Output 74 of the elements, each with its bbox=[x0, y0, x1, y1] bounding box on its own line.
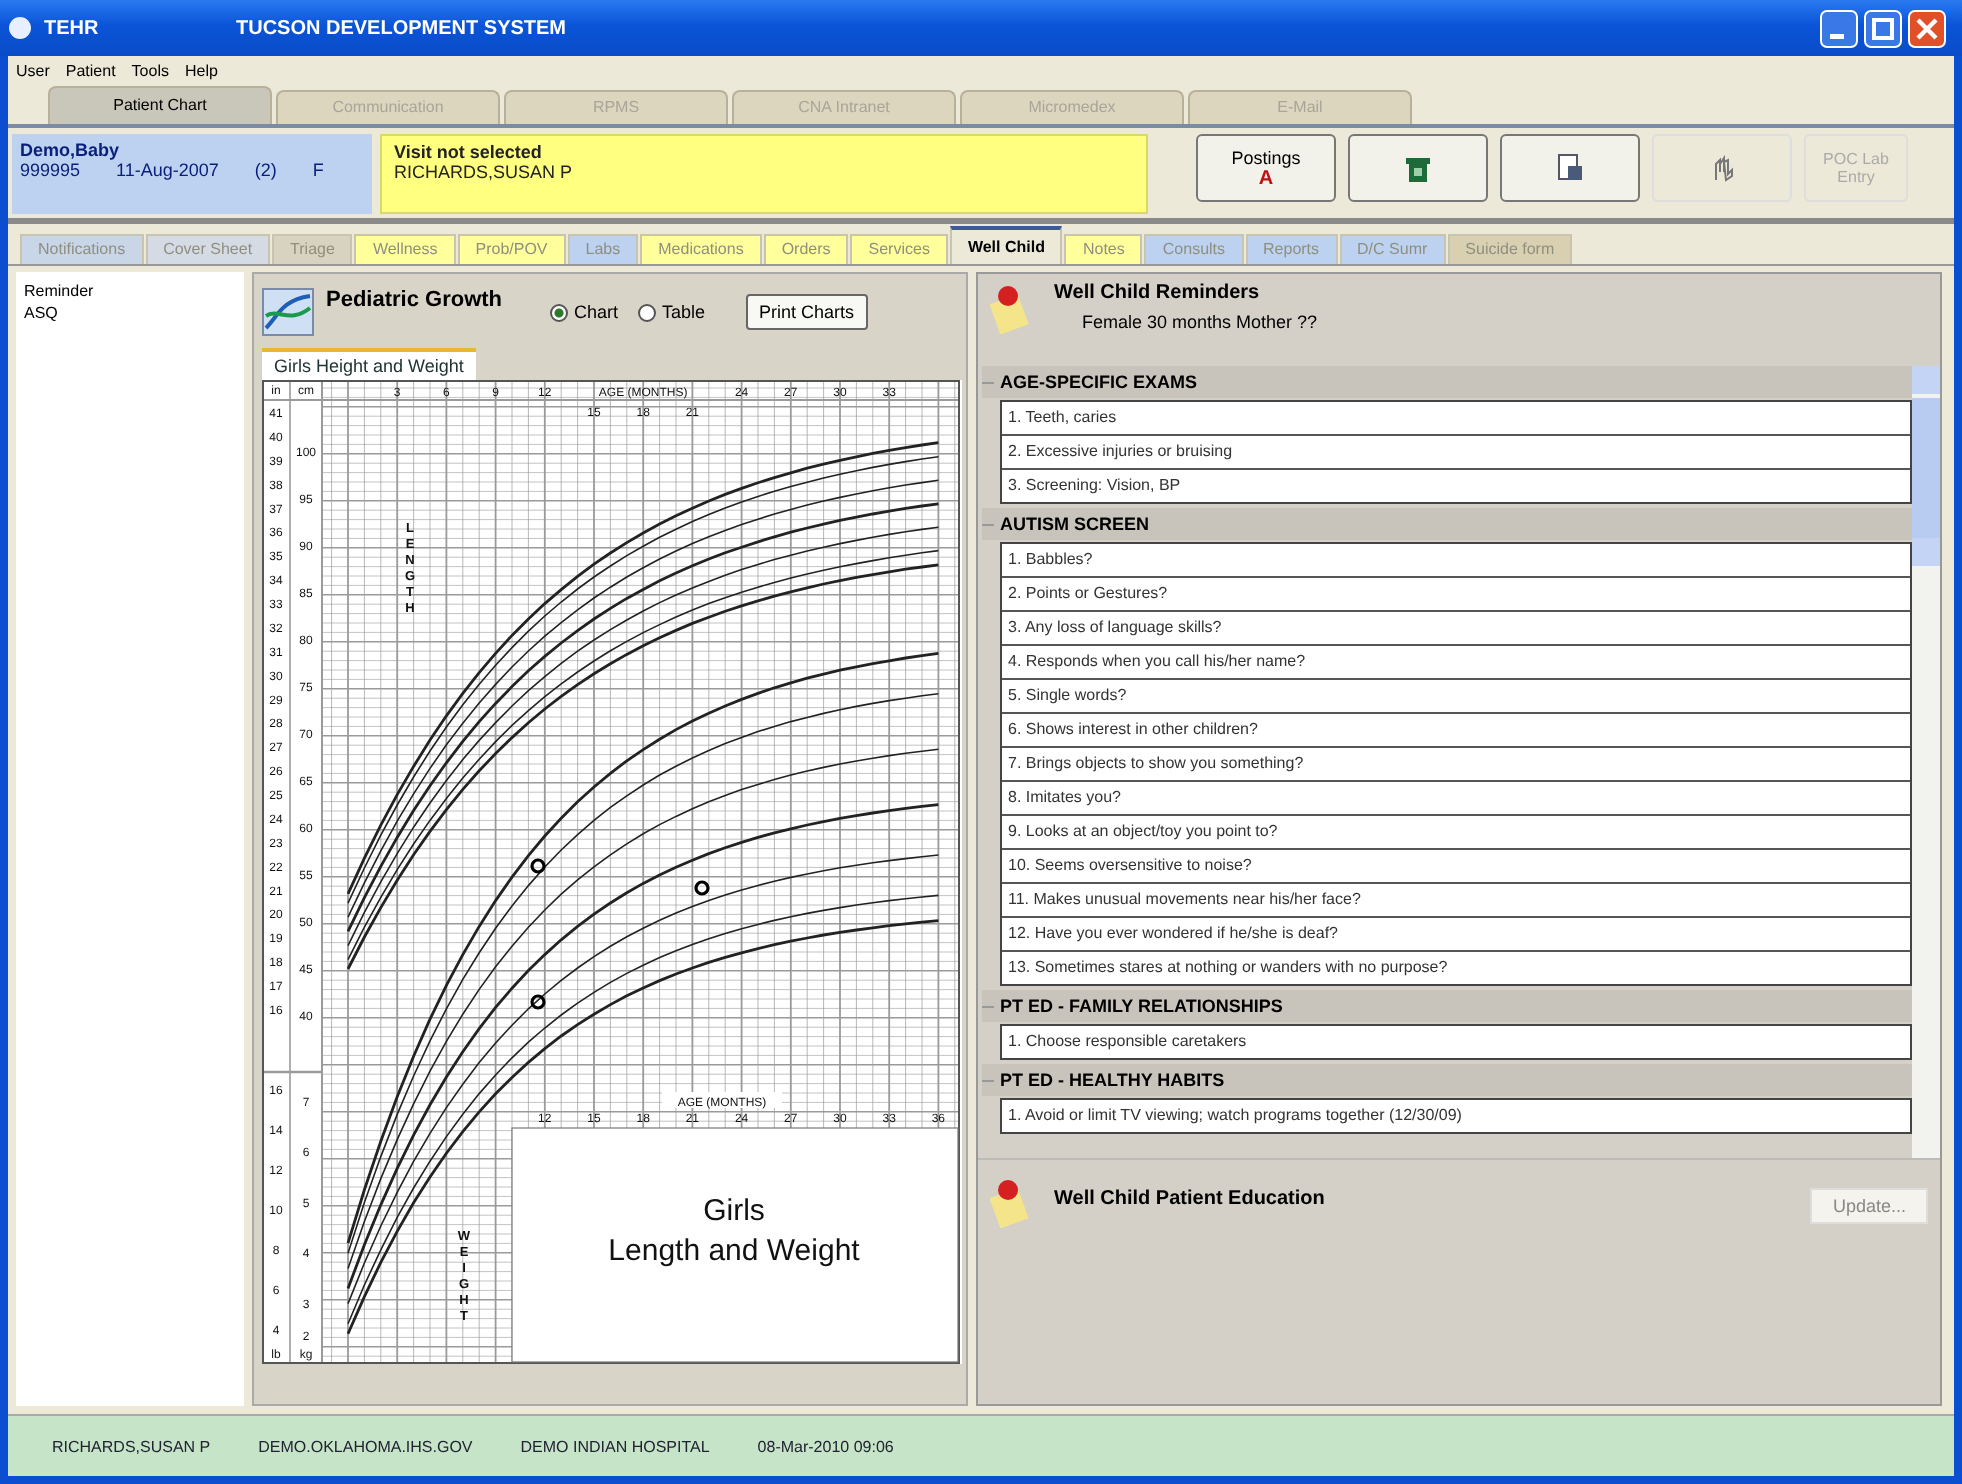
checklist-row[interactable]: 9. Looks at an object/toy you point to? bbox=[1002, 816, 1910, 850]
pushpin-note-icon bbox=[990, 282, 1034, 334]
sidebar-item[interactable]: Reminder bbox=[24, 280, 236, 302]
checklist-row[interactable]: 11. Makes unusual movements near his/her face? bbox=[1002, 884, 1910, 918]
chart-tab[interactable]: Girls Height and Weight bbox=[262, 348, 476, 380]
chart-tab[interactable]: Well Child bbox=[949, 226, 1063, 264]
status-text: RICHARDS,SUSAN P bbox=[52, 1437, 211, 1455]
patient-age: (2) bbox=[254, 160, 277, 180]
menu-item[interactable]: User bbox=[16, 61, 50, 79]
growth-chart-icon bbox=[262, 288, 314, 336]
app-tab[interactable]: Patient Chart bbox=[48, 86, 272, 124]
checklist-row[interactable]: 2. Points or Gestures? bbox=[1002, 578, 1910, 612]
app-icon bbox=[8, 16, 32, 40]
postings-button[interactable]: Postings A bbox=[1196, 134, 1336, 202]
data-point-marker bbox=[694, 880, 710, 896]
panel-title: Well Child Patient Education bbox=[1054, 1188, 1327, 1210]
patient-name: Demo,Baby bbox=[20, 140, 122, 160]
checklist-row[interactable]: 13. Sometimes stares at nothing or wanders with no purpose? bbox=[1002, 952, 1910, 984]
status-text: DEMO INDIAN HOSPITAL bbox=[520, 1437, 710, 1455]
menu-item[interactable]: Tools bbox=[131, 61, 169, 79]
scroll-thumb[interactable] bbox=[1912, 398, 1940, 538]
app-name: TEHR bbox=[44, 17, 101, 39]
section-title: PT ED - HEALTHY HABITS bbox=[1000, 1070, 1225, 1090]
status-text: 08-Mar-2010 09:06 bbox=[757, 1437, 894, 1455]
section-title: AGE-SPECIFIC EXAMS bbox=[1000, 372, 1198, 392]
trash-icon bbox=[1406, 155, 1430, 181]
data-point-marker bbox=[530, 994, 546, 1010]
checklist-row[interactable]: 3. Any loss of language skills? bbox=[1002, 612, 1910, 646]
collapse-toggle[interactable] bbox=[982, 376, 994, 388]
panel-title: Well Child Reminders bbox=[1054, 282, 1262, 304]
checklist-row[interactable]: 12. Have you ever wondered if he/she is deaf? bbox=[1002, 918, 1910, 952]
panel-title: Pediatric Growth bbox=[326, 288, 505, 312]
checklist-row[interactable]: 7. Brings objects to show you something? bbox=[1002, 748, 1910, 782]
print-charts-button[interactable]: Print Charts bbox=[745, 294, 869, 330]
checklist-row[interactable]: 6. Shows interest in other children? bbox=[1002, 714, 1910, 748]
checklist-row[interactable]: 1. Avoid or limit TV viewing; watch programs together (12/30/09) bbox=[1002, 1100, 1910, 1132]
collapse-toggle[interactable] bbox=[982, 1074, 994, 1086]
pushpin-note-icon bbox=[990, 1176, 1034, 1228]
document-icon bbox=[1557, 154, 1583, 182]
collapse-toggle[interactable] bbox=[982, 518, 994, 530]
collapse-toggle[interactable] bbox=[982, 1000, 994, 1012]
patient-id: 999995 bbox=[20, 160, 81, 180]
close-icon bbox=[1908, 9, 1946, 47]
section-title: PT ED - FAMILY RELATIONSHIPS bbox=[1000, 996, 1283, 1016]
checklist-row[interactable]: 2. Excessive injuries or bruising bbox=[1002, 436, 1910, 470]
sidebar-item[interactable]: ASQ bbox=[24, 302, 236, 324]
section-title: AUTISM SCREEN bbox=[1000, 514, 1150, 534]
checklist-row[interactable]: 8. Imitates you? bbox=[1002, 782, 1910, 816]
minimize-icon bbox=[1820, 9, 1858, 47]
provider-name: RICHARDS,SUSAN P bbox=[394, 162, 575, 182]
trash-button[interactable] bbox=[1348, 134, 1488, 202]
checklist-row[interactable]: 1. Choose responsible caretakers bbox=[1002, 1026, 1910, 1058]
document-button[interactable] bbox=[1500, 134, 1640, 202]
hand-icon bbox=[1710, 154, 1734, 182]
checklist-row[interactable]: 5. Single words? bbox=[1002, 680, 1910, 714]
menu-item[interactable]: Patient bbox=[65, 61, 116, 79]
window-title: TUCSON DEVELOPMENT SYSTEM bbox=[236, 17, 569, 39]
patient-summary: Female 30 months Mother ?? bbox=[1080, 312, 1318, 332]
checklist-row[interactable]: 3. Screening: Vision, BP bbox=[1002, 470, 1910, 502]
patient-dob: 11-Aug-2007 bbox=[116, 160, 219, 180]
visit-status: Visit not selected bbox=[394, 142, 544, 162]
scrollbar[interactable] bbox=[1912, 366, 1940, 1158]
chart-title: Girls Length and Weight bbox=[608, 1194, 860, 1268]
patient-sex: F bbox=[312, 160, 324, 180]
checklist-row[interactable]: 1. Babbles? bbox=[1002, 544, 1910, 578]
checklist-row[interactable]: 10. Seems oversensitive to noise? bbox=[1002, 850, 1910, 884]
menu-item[interactable]: Help bbox=[184, 61, 218, 79]
maximize-icon bbox=[1864, 9, 1902, 47]
status-text: DEMO.OKLAHOMA.IHS.GOV bbox=[258, 1437, 473, 1455]
checklist-row[interactable]: 4. Responds when you call his/her name? bbox=[1002, 646, 1910, 680]
radio-option[interactable]: Chart bbox=[550, 302, 619, 322]
data-point-marker bbox=[530, 858, 546, 874]
checklist-row[interactable]: 1. Teeth, caries bbox=[1002, 402, 1910, 436]
radio-option[interactable]: Table bbox=[638, 302, 706, 322]
